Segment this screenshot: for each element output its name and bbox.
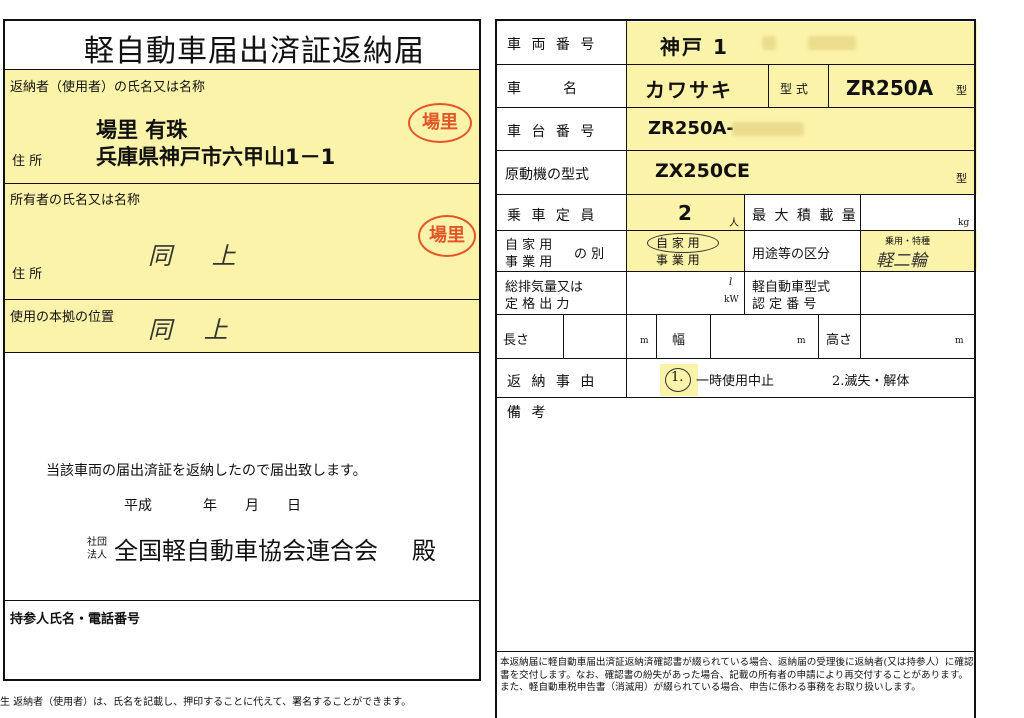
- bearer-label: 持参人氏名・電話番号: [10, 612, 141, 627]
- addressee: 全国軽自動車協会連合会: [114, 537, 378, 565]
- owner-label: 所有者の氏名又は名称: [10, 193, 141, 208]
- plate-label: 車 両 番 号: [507, 37, 598, 53]
- cert-field[interactable]: [862, 274, 972, 312]
- private-label-suffix: の 別: [574, 247, 605, 262]
- date-era: 平成: [124, 498, 152, 514]
- owner-value[interactable]: 同 上: [148, 236, 252, 271]
- use-class-label: 用途等の区分: [752, 247, 831, 262]
- height-label: 高さ: [826, 333, 853, 348]
- cert-label-2: 認 定 番 号: [752, 297, 817, 312]
- date-month: 月: [245, 498, 259, 514]
- reason-2[interactable]: 2.滅失・解体: [832, 370, 909, 389]
- model-label: 型 式: [780, 82, 808, 96]
- capacity-unit: 人: [729, 218, 739, 229]
- date-day: 日: [287, 498, 301, 514]
- car-name-label: 車 名: [507, 81, 577, 97]
- honorific: 殿: [412, 537, 436, 565]
- length-label: 長さ: [503, 333, 530, 348]
- date-year: 年: [203, 498, 217, 514]
- car-name-value[interactable]: カワサキ: [645, 74, 733, 103]
- max-load-label: 最 大 積 載 量: [752, 208, 858, 224]
- plate-value[interactable]: 神戸 1: [660, 31, 729, 60]
- returner-address-label: 住 所: [12, 154, 43, 169]
- engine-value[interactable]: ZX250CE: [655, 160, 750, 182]
- plate-redacted-kana: [762, 36, 776, 50]
- chassis-label: 車 台 番 号: [507, 124, 598, 140]
- length-unit: m: [640, 336, 649, 346]
- assoc-prefix-bottom: 法人: [87, 550, 107, 561]
- chassis-value[interactable]: ZR250A-: [648, 118, 734, 139]
- owner-seal-stamp: 場里: [418, 215, 476, 257]
- max-load-field[interactable]: [862, 196, 954, 228]
- returner-seal-stamp: 場里: [408, 103, 472, 143]
- displacement-unit-1: l: [729, 277, 733, 288]
- form-title: 軽自動車届出済証返納届: [84, 34, 425, 69]
- chassis-redacted-number: [732, 122, 804, 136]
- owner-address-label: 住 所: [12, 267, 43, 282]
- returner-label: 返納者（使用者）の氏名又は名称: [10, 80, 206, 95]
- displacement-label-2: 定 格 出 力: [505, 297, 570, 312]
- bearer-field[interactable]: [6, 628, 476, 676]
- reason-label: 返 納 事 由: [507, 374, 598, 390]
- capacity-value[interactable]: 2: [678, 201, 692, 225]
- remarks-label: 備 考: [507, 405, 549, 421]
- declaration-text: 当該車両の届出済証を返納したので届出致します。: [46, 463, 367, 479]
- displacement-field[interactable]: [630, 274, 720, 312]
- use-class-value[interactable]: 軽二輪: [876, 246, 927, 271]
- width-unit: m: [797, 336, 806, 346]
- footnote: 生 返納者（使用者）は、氏名を記載し、押印することに代えて、署名することができま…: [0, 697, 412, 708]
- private-label-2: 事 業 用: [505, 255, 553, 270]
- usage-location-label: 使用の本拠の位置: [10, 310, 115, 325]
- returner-address[interactable]: 兵庫県神戸市六甲山1－1: [96, 141, 335, 171]
- usage-location-value[interactable]: 同 上: [148, 310, 240, 345]
- reason-1-text[interactable]: 一時使用中止: [696, 370, 774, 389]
- private-option-2[interactable]: 事 業 用: [656, 251, 700, 268]
- plate-redacted-number: [808, 36, 856, 50]
- max-load-unit: kg: [958, 218, 970, 228]
- remarks-field[interactable]: [500, 424, 970, 646]
- private-option-1[interactable]: 自 家 用: [656, 234, 700, 251]
- displacement-unit-2: kW: [724, 295, 739, 305]
- engine-suffix: 型: [956, 172, 967, 185]
- model-value[interactable]: ZR250A: [846, 76, 933, 100]
- capacity-label: 乗 車 定 員: [507, 208, 598, 224]
- height-unit: m: [955, 336, 964, 346]
- reason-1-number[interactable]: 1.: [671, 370, 683, 385]
- model-suffix: 型: [956, 84, 967, 97]
- width-label: 幅: [672, 333, 686, 348]
- engine-label: 原動機の型式: [505, 167, 589, 183]
- notice-text: 本返納届に軽自動車届出済証返納済確認書が綴られている場合、返納届の受理後に返納者…: [500, 657, 974, 693]
- returner-name[interactable]: 場里 有珠: [96, 114, 187, 144]
